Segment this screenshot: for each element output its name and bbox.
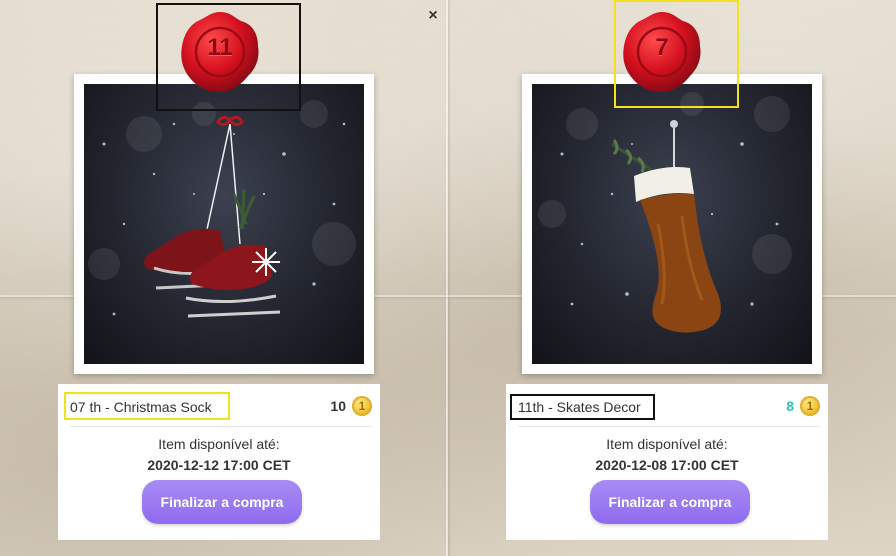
- item-info-panel: 11th - Skates Decor 8 1 Item disponível …: [506, 384, 828, 540]
- paper-fold-vertical: [446, 0, 448, 556]
- item-title: 11th - Skates Decor: [518, 399, 641, 415]
- item-title-row: 11th - Skates Decor 8 1: [506, 392, 828, 422]
- availability-date: 2020-12-08 17:00 CET: [595, 457, 739, 473]
- close-icon[interactable]: ×: [426, 8, 440, 24]
- item-price: 10: [330, 398, 346, 414]
- divider: [70, 426, 372, 427]
- item-title-row: 07 th - Christmas Sock 10 1: [58, 392, 380, 422]
- checkout-button[interactable]: Finalizar a compra: [590, 480, 750, 524]
- divider: [518, 426, 820, 427]
- item-info-panel: 07 th - Christmas Sock 10 1 Item disponí…: [58, 384, 380, 540]
- checkout-button[interactable]: Finalizar a compra: [142, 480, 302, 524]
- item-photo-frame: [522, 74, 822, 374]
- availability-label: Item disponível até:: [606, 436, 728, 452]
- seal-number: 7: [655, 34, 669, 61]
- coin-icon: 1: [800, 396, 820, 416]
- item-image-skates: [84, 84, 364, 364]
- wax-seal-badge: 11: [176, 8, 264, 96]
- seal-number: 11: [207, 34, 233, 61]
- coin-icon: 1: [352, 396, 372, 416]
- item-price: 8: [786, 398, 794, 414]
- item-title: 07 th - Christmas Sock: [70, 399, 212, 415]
- item-photo-frame: [74, 74, 374, 374]
- availability-date: 2020-12-12 17:00 CET: [147, 457, 291, 473]
- item-image-stocking: [532, 84, 812, 364]
- availability-label: Item disponível até:: [158, 436, 280, 452]
- wax-seal-badge: 7: [618, 8, 706, 96]
